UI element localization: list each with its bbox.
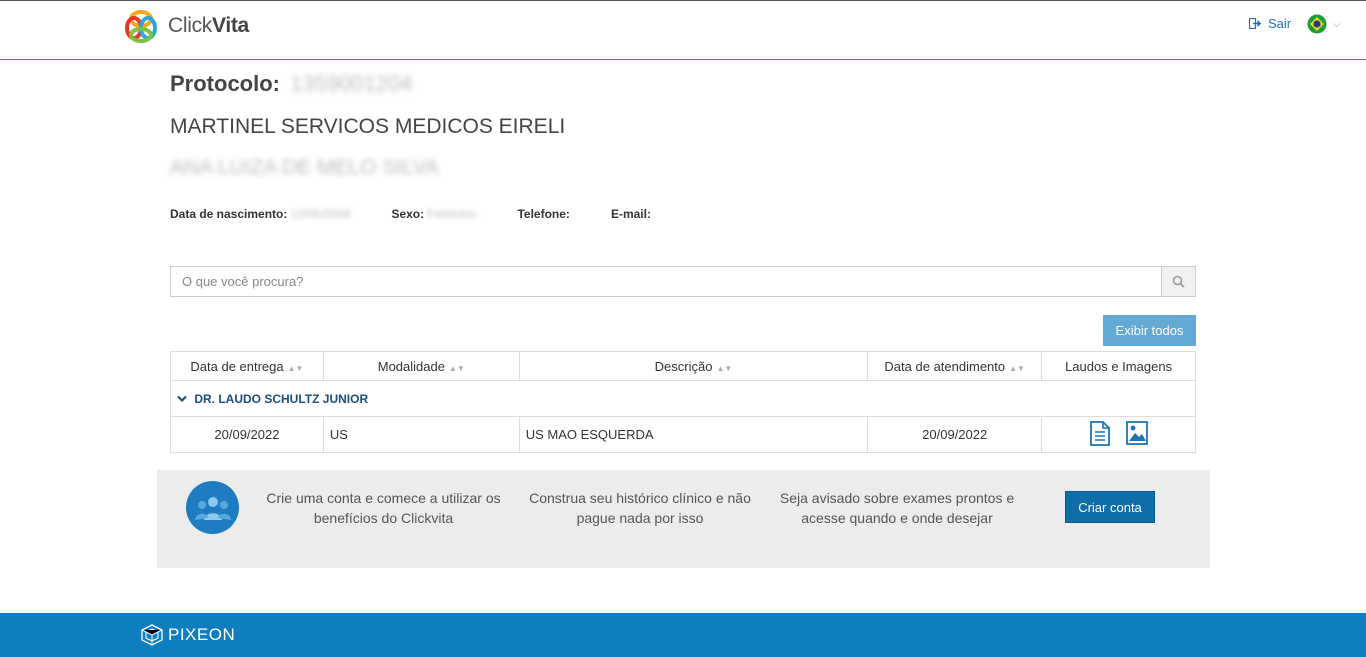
report-document-icon[interactable] [1089, 420, 1111, 449]
logo-text-light: Click [168, 14, 212, 37]
cell-description: US MAO ESQUERDA [518, 416, 869, 453]
th-reports-images: Laudos e Imagens [1041, 351, 1196, 381]
table-row: 20/09/2022 US US MAO ESQUERDA 20/09/2022 [170, 416, 1196, 453]
search-bar [170, 266, 1196, 297]
protocol-heading: Protocolo: 1359001204 [170, 71, 412, 97]
banner-text-history: Construa seu histórico clínico e não pag… [529, 490, 751, 526]
clickvita-logo-icon [122, 7, 160, 45]
logout-link[interactable]: Sair [1249, 16, 1291, 31]
th-label: Data de atendimento [884, 358, 1006, 374]
sex-value: Feminino [427, 207, 477, 221]
protocol-value: 1359001204 [290, 71, 413, 96]
cell-attendance-date: 20/09/2022 [867, 416, 1043, 453]
doctor-group-row[interactable]: DR. LAUDO SCHULTZ JUNIOR [170, 380, 1196, 417]
language-selector[interactable]: ⌵ [1307, 14, 1341, 34]
cell-delivery-date: 20/09/2022 [170, 416, 324, 453]
logout-label: Sair [1268, 16, 1292, 31]
pixeon-logo-icon [141, 624, 163, 646]
logout-icon [1249, 18, 1262, 29]
email: E-mail: [611, 207, 651, 221]
email-label: E-mail: [610, 207, 651, 221]
banner-text-notifications: Seja avisado sobre exames prontos e aces… [779, 490, 1015, 526]
create-account-button[interactable]: Criar conta [1065, 491, 1155, 523]
phone: Telefone: [517, 207, 569, 221]
doctor-group-title: DR. LAUDO SCHULTZ JUNIOR [194, 391, 369, 406]
signup-banner: Crie uma conta e comece a utilizar os be… [157, 470, 1210, 568]
top-navbar: ClickVita Sair ⌵ [0, 0, 1366, 60]
footer: PIXEON [0, 613, 1366, 657]
image-icon[interactable] [1126, 421, 1149, 448]
logo-text-bold: Vita [212, 14, 249, 37]
protocol-label: Protocolo: [170, 71, 280, 96]
search-icon [1172, 275, 1185, 288]
th-description[interactable]: Descrição ▲▼ [518, 351, 869, 381]
clickvita-logo[interactable]: ClickVita [122, 7, 249, 45]
cell-modality: US [322, 416, 520, 453]
cell-reports-images [1041, 416, 1196, 453]
birth-value: 12/05/2008 [290, 207, 351, 221]
doctor-group-cell[interactable]: DR. LAUDO SCHULTZ JUNIOR [170, 380, 1196, 417]
th-label: Data de entrega [190, 358, 284, 374]
patient-details: Data de nascimento: 12/05/2008 Sexo: Femin… [170, 207, 692, 221]
brazil-flag-icon [1307, 14, 1327, 34]
pixeon-logo[interactable]: PIXEON [140, 624, 235, 646]
sort-icon: ▲▼ [448, 363, 465, 373]
th-label: Descrição [654, 358, 713, 374]
birth-date: Data de nascimento: 12/05/2008 [170, 207, 350, 221]
th-label: Laudos e Imagens [1065, 358, 1173, 374]
th-delivery-date[interactable]: Data de entrega ▲▼ [170, 351, 324, 381]
banner-text-create-account: Crie uma conta e comece a utilizar os be… [266, 490, 501, 526]
th-label: Modalidade [377, 358, 445, 374]
chevron-down-icon [177, 392, 190, 406]
exams-table: Data de entrega ▲▼ Modalidade ▲▼ Descrição… [170, 351, 1196, 453]
pixeon-brand-text: PIXEON [168, 625, 236, 644]
table-header-row: Data de entrega ▲▼ Modalidade ▲▼ Descrição… [170, 351, 1196, 381]
logo-text: ClickVita [168, 14, 249, 38]
th-attendance-date[interactable]: Data de atendimento ▲▼ [867, 351, 1043, 381]
phone-label: Telefone: [517, 207, 570, 221]
th-modality[interactable]: Modalidade ▲▼ [322, 351, 520, 381]
company-name: MARTINEL SERVICOS MEDICOS EIRELI [170, 115, 566, 138]
chevron-down-icon: ⌵ [1333, 18, 1341, 30]
users-group-icon [186, 481, 239, 534]
sex: Sexo: Feminino [391, 207, 476, 221]
sex-label: Sexo: [391, 207, 425, 221]
show-all-button[interactable]: Exibir todos [1103, 315, 1196, 346]
search-input[interactable] [171, 267, 1161, 296]
sort-icon: ▲▼ [716, 363, 733, 373]
patient-name: ANA LUIZA DE MELO SILVA [170, 156, 439, 179]
sort-icon: ▲▼ [287, 363, 304, 373]
birth-label: Data de nascimento: [170, 207, 288, 221]
sort-icon: ▲▼ [1009, 363, 1025, 373]
search-button[interactable] [1161, 267, 1195, 296]
